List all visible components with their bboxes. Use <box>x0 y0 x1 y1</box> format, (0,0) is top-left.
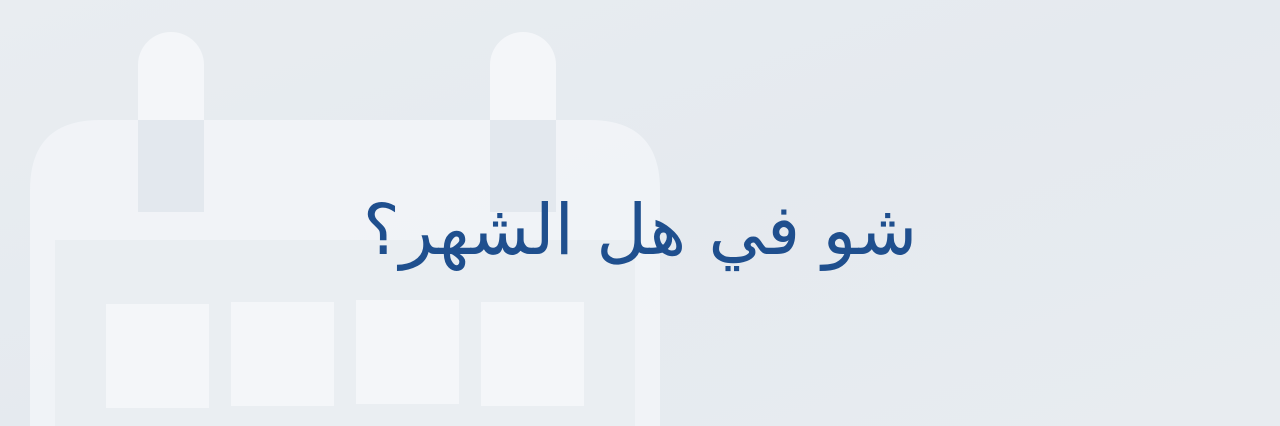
day-cell <box>481 302 584 406</box>
banner-headline: شو في هل الشهر؟ <box>362 189 918 271</box>
day-cell <box>231 302 334 406</box>
promo-banner: شو في هل الشهر؟ <box>0 0 1280 426</box>
day-cell <box>106 304 209 408</box>
day-cell <box>356 300 459 404</box>
